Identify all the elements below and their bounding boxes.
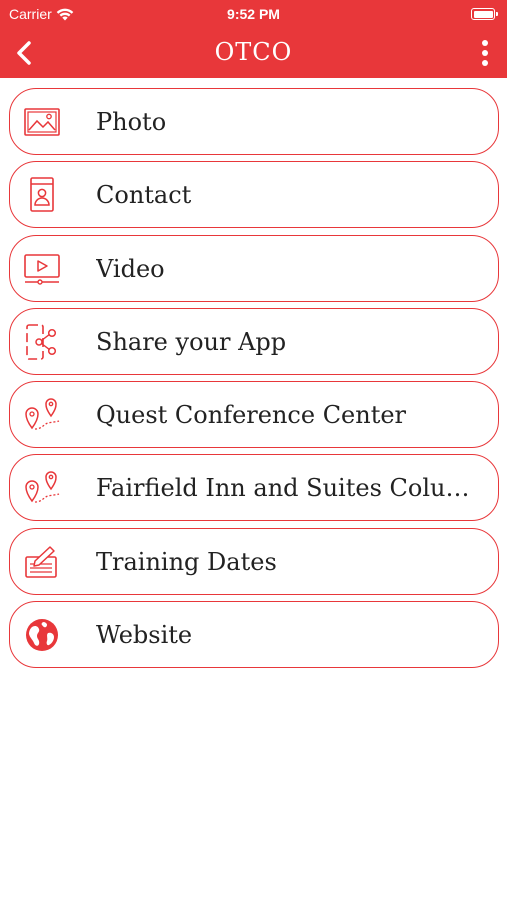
more-options-icon[interactable] xyxy=(477,38,493,68)
menu-item-website[interactable]: Website xyxy=(9,601,499,669)
menu-item-label: Quest Conference Center xyxy=(96,401,407,430)
menu-list: Photo Contact Video Share your App Quest… xyxy=(9,88,499,674)
video-player-icon xyxy=(24,253,60,285)
menu-item-label: Photo xyxy=(96,108,167,136)
page-title: OTCO xyxy=(214,38,293,66)
menu-item-share-app[interactable]: Share your App xyxy=(9,307,499,375)
menu-item-label: Share your App xyxy=(96,327,287,356)
menu-item-quest-conference-center[interactable]: Quest Conference Center xyxy=(9,381,499,449)
battery-icon xyxy=(471,8,498,20)
map-route-icon xyxy=(25,398,60,430)
header-bar: Carrier 9:52 PM OTCO xyxy=(0,0,507,78)
navigation-bar: OTCO xyxy=(0,28,507,78)
edit-calendar-icon xyxy=(25,546,57,578)
status-bar: Carrier 9:52 PM xyxy=(0,0,507,28)
share-icon xyxy=(26,324,57,360)
map-route-icon xyxy=(25,471,60,504)
menu-item-label: Video xyxy=(96,254,165,283)
menu-item-video[interactable]: Video xyxy=(9,234,499,302)
menu-item-fairfield-inn[interactable]: Fairfield Inn and Suites Colum... xyxy=(9,454,499,522)
menu-item-photo[interactable]: Photo xyxy=(9,88,499,155)
menu-item-label: Training Dates xyxy=(96,547,277,576)
menu-item-training-dates[interactable]: Training Dates xyxy=(9,527,499,595)
menu-item-label: Fairfield Inn and Suites Colum... xyxy=(96,474,484,503)
menu-item-label: Website xyxy=(96,621,193,650)
photo-icon xyxy=(24,108,60,136)
globe-icon xyxy=(26,619,58,652)
menu-item-contact[interactable]: Contact xyxy=(9,161,499,229)
contact-card-icon xyxy=(30,177,54,213)
menu-item-label: Contact xyxy=(96,181,192,210)
clock: 9:52 PM xyxy=(227,6,280,22)
